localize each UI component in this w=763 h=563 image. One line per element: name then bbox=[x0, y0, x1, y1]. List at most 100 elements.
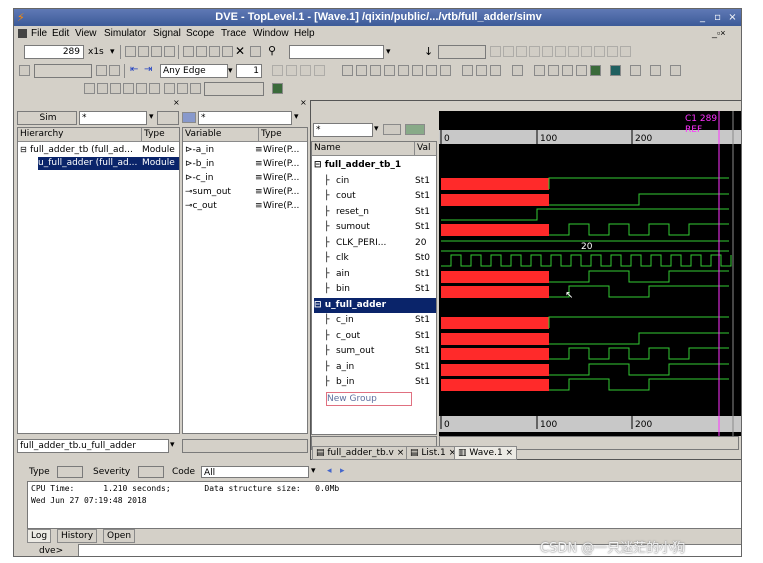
tb2-p-icon[interactable] bbox=[512, 65, 523, 76]
search-input[interactable] bbox=[289, 45, 384, 59]
wave-signal-row[interactable]: ├ clk St0 bbox=[312, 251, 436, 266]
maximize-button[interactable]: ▫ bbox=[712, 12, 723, 23]
wave-group-header[interactable]: ⊟ full_adder_tb_1 bbox=[314, 158, 436, 173]
menu-scope[interactable]: Scope bbox=[186, 28, 214, 39]
wave-signal-row[interactable]: ├ bin St1 bbox=[312, 282, 436, 297]
tb3-d-icon[interactable] bbox=[123, 83, 134, 94]
new-group-field[interactable]: New Group bbox=[326, 391, 412, 406]
scope-path-field[interactable]: full_adder_tb.u_full_adder bbox=[17, 439, 169, 453]
wave-opt-a-icon[interactable] bbox=[383, 124, 401, 135]
tb2-w-icon[interactable] bbox=[630, 65, 641, 76]
tb3-e-icon[interactable] bbox=[136, 83, 147, 94]
tb2-x-icon[interactable] bbox=[650, 65, 661, 76]
tb1-a-icon[interactable] bbox=[490, 46, 501, 57]
tb1-g-icon[interactable] bbox=[568, 46, 579, 57]
console-code-arrow-icon[interactable]: ▾ bbox=[311, 466, 316, 476]
wave-signal-row[interactable]: ├ b_in St1 bbox=[312, 375, 436, 390]
var-row[interactable]: ⊳-b_in ≡ Wire(P... bbox=[185, 158, 307, 171]
tb2-stop-icon[interactable] bbox=[96, 65, 107, 76]
tb2-a-icon[interactable] bbox=[272, 65, 283, 76]
tb3-g-icon[interactable] bbox=[272, 83, 283, 94]
copy-icon[interactable] bbox=[196, 46, 207, 57]
tb1-d-icon[interactable] bbox=[529, 46, 540, 57]
edge-select-arrow-icon[interactable]: ▾ bbox=[228, 66, 233, 76]
tb2-e-icon[interactable] bbox=[342, 65, 353, 76]
tb2-r-icon[interactable] bbox=[548, 65, 559, 76]
step-count-input[interactable]: 1 bbox=[236, 64, 262, 78]
time-unit-arrow-icon[interactable]: ▾ bbox=[110, 47, 115, 57]
hier-col-name[interactable]: Hierarchy bbox=[18, 128, 142, 142]
reload-icon[interactable] bbox=[164, 46, 175, 57]
tb2-u-icon[interactable] bbox=[590, 65, 601, 76]
var-filter-arrow-icon[interactable]: ▾ bbox=[294, 112, 299, 122]
hier-filter-arrow-icon[interactable]: ▾ bbox=[149, 112, 154, 122]
tb2-restart-icon[interactable] bbox=[109, 65, 120, 76]
tb1-k-icon[interactable] bbox=[620, 46, 631, 57]
var-close-icon[interactable]: × bbox=[300, 98, 307, 107]
tree-collapse-icon[interactable]: ⊟ bbox=[314, 160, 325, 170]
menu-view[interactable]: View bbox=[75, 28, 97, 39]
tb2-c-icon[interactable] bbox=[300, 65, 311, 76]
tab-log[interactable]: Log bbox=[27, 529, 52, 543]
tb2-j-icon[interactable] bbox=[412, 65, 423, 76]
hier-col-type[interactable]: Type bbox=[142, 128, 179, 142]
wave-signal-row[interactable]: ├ ain St1 bbox=[312, 267, 436, 282]
wave-signal-row[interactable]: ├ c_out St1 bbox=[312, 329, 436, 344]
tb2-h-icon[interactable] bbox=[384, 65, 395, 76]
run-time-input[interactable] bbox=[34, 64, 92, 78]
tb2-d-icon[interactable] bbox=[314, 65, 325, 76]
wave-group-header[interactable]: ⊟ u_full_adder bbox=[314, 297, 436, 313]
var-col-name[interactable]: Variable bbox=[183, 128, 259, 142]
tb2-l-icon[interactable] bbox=[440, 65, 451, 76]
wave-signal-row[interactable]: ├ a_in St1 bbox=[312, 360, 436, 375]
close-button[interactable]: × bbox=[727, 12, 738, 23]
tb1-j-icon[interactable] bbox=[607, 46, 618, 57]
scope-path-arrow-icon[interactable]: ▾ bbox=[170, 440, 175, 450]
console-output[interactable]: CPU Time: 1.210 seconds; Data structure … bbox=[27, 481, 741, 529]
hier-row-dut[interactable]: u_full_adder (full_ad... Module bbox=[38, 157, 179, 170]
tb2-b-icon[interactable] bbox=[286, 65, 297, 76]
wave-filter-input[interactable]: * bbox=[313, 123, 373, 137]
tb2-q-icon[interactable] bbox=[534, 65, 545, 76]
console-severity-select[interactable] bbox=[138, 466, 164, 478]
menu-file[interactable]: File bbox=[31, 28, 47, 39]
edge-next-icon[interactable]: ⇥ bbox=[144, 64, 152, 75]
zoom-out-icon[interactable] bbox=[177, 83, 188, 94]
wave-signal-row[interactable]: ├ CLK_PERI... 20 bbox=[312, 236, 436, 251]
delete-icon[interactable]: ✕ bbox=[235, 44, 245, 58]
tb1-e-icon[interactable] bbox=[542, 46, 553, 57]
hier-filter-input[interactable]: * bbox=[79, 111, 147, 125]
run-icon[interactable] bbox=[19, 65, 30, 76]
paste-icon[interactable] bbox=[209, 46, 220, 57]
tb2-k-icon[interactable] bbox=[426, 65, 437, 76]
var-col-type[interactable]: Type bbox=[259, 128, 307, 142]
var-row[interactable]: ⊳-c_in ≡ Wire(P... bbox=[185, 172, 307, 185]
menu-window[interactable]: Window bbox=[253, 28, 289, 39]
menu-simulator[interactable]: Simulator bbox=[104, 28, 146, 39]
hier-row-tb[interactable]: full_adder_tb (full_ad... Module bbox=[30, 144, 179, 157]
hier-options-button[interactable] bbox=[157, 111, 179, 125]
tb2-n-icon[interactable] bbox=[476, 65, 487, 76]
waveform-svg[interactable]: 0 100 200 0 100 200 C1 289REF 20 ↖ bbox=[439, 111, 742, 436]
sim-select[interactable]: Sim bbox=[17, 111, 77, 125]
menu-trace[interactable]: Trace bbox=[221, 28, 246, 39]
tb3-b-icon[interactable] bbox=[97, 83, 108, 94]
tb2-i-icon[interactable] bbox=[398, 65, 409, 76]
go-down-icon[interactable]: ↓ bbox=[424, 45, 433, 58]
zoom-fit-icon[interactable] bbox=[190, 83, 201, 94]
tb2-v-icon[interactable] bbox=[610, 65, 621, 76]
tb2-y-icon[interactable] bbox=[670, 65, 681, 76]
tb2-o-icon[interactable] bbox=[490, 65, 501, 76]
edge-prev-icon[interactable]: ⇤ bbox=[130, 64, 138, 75]
var-row[interactable]: ⊸c_out ≡ Wire(P... bbox=[185, 200, 307, 213]
tree-collapse-icon[interactable]: ⊟ bbox=[314, 300, 325, 310]
wave-col-name[interactable]: Name bbox=[312, 142, 415, 156]
time-input[interactable]: 289 bbox=[24, 45, 84, 59]
print-icon[interactable] bbox=[151, 46, 162, 57]
console-code-select[interactable]: All bbox=[201, 466, 309, 478]
console-next-icon[interactable]: ▸ bbox=[340, 466, 345, 476]
save-icon[interactable] bbox=[138, 46, 149, 57]
var-filter-input[interactable]: * bbox=[198, 111, 292, 125]
minimize-button[interactable]: _ bbox=[697, 12, 708, 23]
wave-signal-row[interactable]: ├ cout St1 bbox=[312, 189, 436, 204]
